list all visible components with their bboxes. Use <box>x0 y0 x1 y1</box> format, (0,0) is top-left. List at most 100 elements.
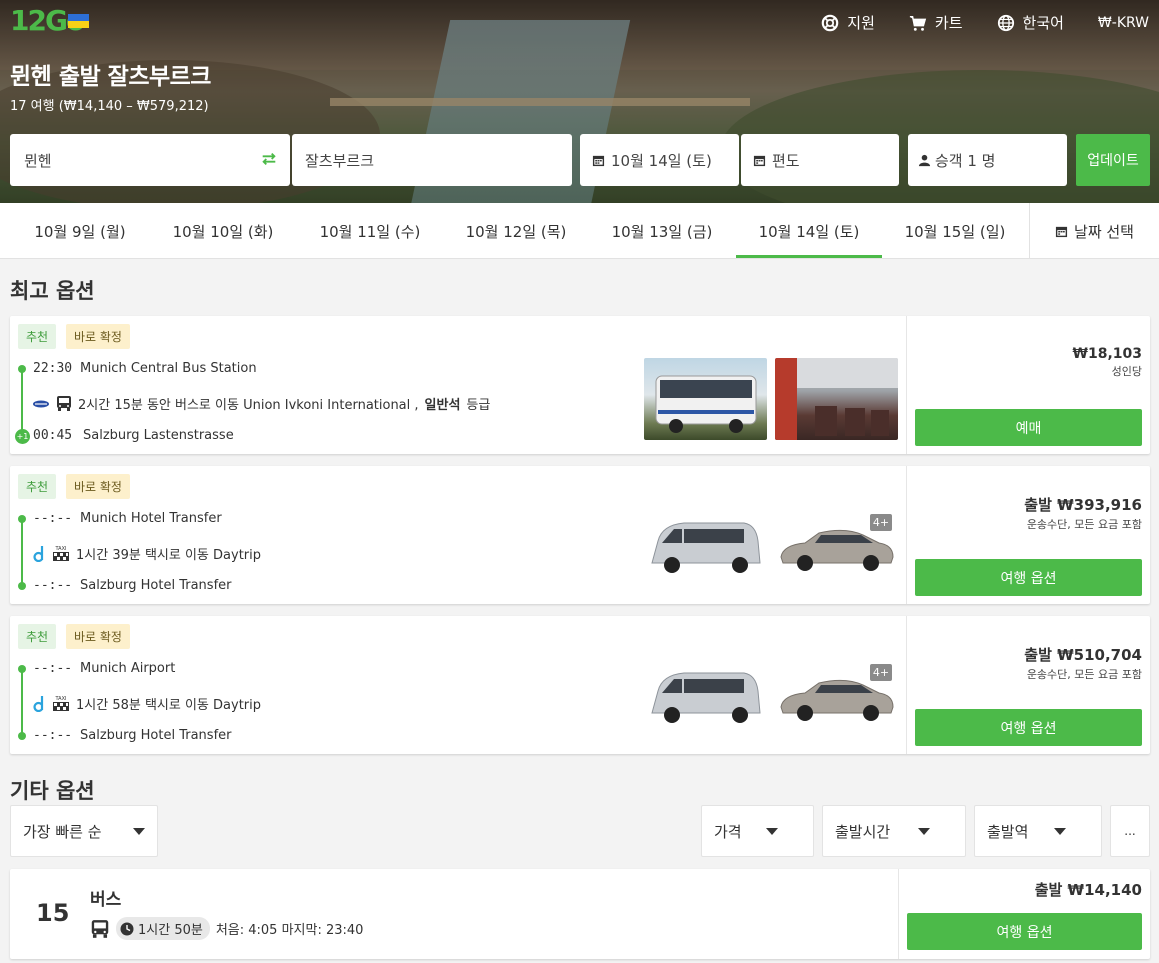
arrival-station: Salzburg Hotel Transfer <box>80 578 232 593</box>
other-options-title: 기타 옵션 <box>10 779 95 803</box>
price: 출발 ₩14,140 <box>1034 881 1142 899</box>
bus-exterior-photo[interactable] <box>644 358 767 440</box>
calendar-icon <box>753 155 766 166</box>
cart-icon <box>909 15 927 31</box>
trip-options-button[interactable]: 여행 옵션 <box>915 709 1142 746</box>
schedule-info: 1시간 50분 처음: 4:05 마지막: 23:40 <box>90 917 363 940</box>
instant-confirm-tag: 바로 확정 <box>66 474 130 499</box>
route-info: TAXI 1시간 58분 택시로 이동 Daytrip <box>32 694 261 713</box>
route-dot <box>18 365 26 373</box>
route-dot <box>18 732 26 740</box>
price: 출발 ₩510,704 <box>1024 646 1142 664</box>
arrival-station: Salzburg Lastenstrasse <box>83 428 234 443</box>
price-note: 성인당 <box>1111 365 1142 378</box>
arrival-time: 00:45 <box>33 428 73 443</box>
best-options-title: 최고 옵션 <box>10 279 95 303</box>
date-tab[interactable]: 10월 11일 (수) <box>297 203 443 259</box>
more-filters-button[interactable]: ... <box>1110 805 1150 857</box>
departure-station: Munich Central Bus Station <box>80 361 257 376</box>
to-field[interactable]: 잘츠부르크 <box>292 134 572 186</box>
top-nav: 지원 카트 한국어 ₩-KRW <box>787 12 1149 33</box>
date-tabs: 10월 9일 (월) 10월 10일 (화) 10월 11일 (수) 10월 1… <box>0 203 1159 259</box>
ukraine-flag-icon <box>68 14 89 28</box>
arrival-time: --:-- <box>33 578 73 593</box>
bus-interior-photo[interactable] <box>775 358 898 440</box>
route-dot <box>18 582 26 590</box>
van-photo[interactable] <box>644 661 767 743</box>
date-tab[interactable]: 10월 9일 (월) <box>0 203 160 259</box>
departure-station-filter[interactable]: 출발역 <box>974 805 1102 857</box>
route-info: TAXI 1시간 39분 택시로 이동 Daytrip <box>32 544 261 563</box>
instant-confirm-tag: 바로 확정 <box>66 624 130 649</box>
logo[interactable]: 12Go <box>10 4 85 40</box>
date-field[interactable]: 10월 14일 (토) <box>580 134 739 186</box>
svg-text:TAXI: TAXI <box>55 696 67 702</box>
departure-time: --:-- <box>33 661 73 676</box>
caret-down-icon <box>133 828 145 835</box>
page-title: 뮌헨 출발 잘츠부르크 <box>10 64 211 90</box>
book-button[interactable]: 예매 <box>915 409 1142 446</box>
transport-group-card[interactable]: 15 버스 1시간 50분 처음: 4:05 마지막: 23:40 출발 ₩14… <box>10 869 1150 959</box>
route-dot <box>18 515 26 523</box>
caret-down-icon <box>766 828 778 835</box>
duration-pill: 1시간 50분 <box>116 917 210 940</box>
departure-station: Munich Hotel Transfer <box>80 511 222 526</box>
date-tab[interactable]: 10월 13일 (금) <box>589 203 735 259</box>
date-tab-active[interactable]: 10월 14일 (토) <box>736 203 882 259</box>
price: ₩18,103 <box>1072 346 1142 362</box>
taxi-icon: TAXI <box>53 696 69 711</box>
daytrip-logo-icon <box>33 696 44 712</box>
recommended-tag: 추천 <box>18 624 57 649</box>
recommended-tag: 추천 <box>18 474 57 499</box>
sort-dropdown[interactable]: 가장 빠른 순 <box>10 805 158 857</box>
date-tab[interactable]: 10월 12일 (목) <box>443 203 589 259</box>
support-link[interactable]: 지원 <box>821 12 875 33</box>
calendar-icon <box>1055 226 1068 237</box>
update-button[interactable]: 업데이트 <box>1076 134 1150 186</box>
trip-card[interactable]: 추천 바로 확정 --:-- Munich Airport TAXI 1시간 5… <box>10 616 1150 754</box>
language-selector[interactable]: 한국어 <box>997 12 1064 33</box>
departure-time-filter[interactable]: 출발시간 <box>822 805 966 857</box>
caret-down-icon <box>918 828 930 835</box>
day-offset-badge: +1 <box>15 429 30 444</box>
trip-options-button[interactable]: 여행 옵션 <box>915 559 1142 596</box>
trip-options-button[interactable]: 여행 옵션 <box>907 913 1142 950</box>
clock-icon <box>120 922 134 935</box>
price: 출발 ₩393,916 <box>1024 496 1142 514</box>
trip-card[interactable]: 추천 바로 확정 +1 22:30 Munich Central Bus Sta… <box>10 316 1150 454</box>
date-tab[interactable]: 10월 15일 (일) <box>882 203 1028 259</box>
price-note: 운송수단, 모든 요금 포함 <box>1026 518 1142 531</box>
trip-card[interactable]: 추천 바로 확정 --:-- Munich Hotel Transfer TAX… <box>10 466 1150 604</box>
operator-logo-icon <box>33 400 49 407</box>
currency-selector[interactable]: ₩-KRW <box>1098 15 1149 31</box>
user-icon <box>918 154 931 166</box>
more-vehicles-badge: 4+ <box>870 514 892 531</box>
passengers-field[interactable]: 승객 1 명 <box>908 134 1067 186</box>
daytrip-logo-icon <box>33 546 44 562</box>
more-vehicles-badge: 4+ <box>870 664 892 681</box>
arrival-time: --:-- <box>33 728 73 743</box>
date-picker-button[interactable]: 날짜 선택 <box>1029 203 1159 259</box>
instant-confirm-tag: 바로 확정 <box>66 324 130 349</box>
van-photo[interactable] <box>644 511 767 593</box>
taxi-icon: TAXI <box>53 546 69 561</box>
bus-icon <box>57 396 71 411</box>
departure-time: 22:30 <box>33 361 73 376</box>
arrival-station: Salzburg Hotel Transfer <box>80 728 232 743</box>
cart-link[interactable]: 카트 <box>909 12 963 33</box>
date-tab[interactable]: 10월 10일 (화) <box>150 203 296 259</box>
globe-icon <box>997 14 1014 31</box>
price-filter[interactable]: 가격 <box>701 805 814 857</box>
swap-icon[interactable] <box>260 150 278 168</box>
route-dot <box>18 665 26 673</box>
calendar-icon <box>592 155 605 166</box>
trip-count: 15 <box>36 899 70 927</box>
departure-time: --:-- <box>33 511 73 526</box>
return-field[interactable]: 편도 <box>741 134 899 186</box>
from-field[interactable]: 뮌헨 <box>10 134 290 186</box>
caret-down-icon <box>1054 828 1066 835</box>
transport-type: 버스 <box>90 890 122 910</box>
svg-text:TAXI: TAXI <box>55 546 67 552</box>
lifebuoy-icon <box>822 14 839 31</box>
bus-icon <box>91 919 109 938</box>
